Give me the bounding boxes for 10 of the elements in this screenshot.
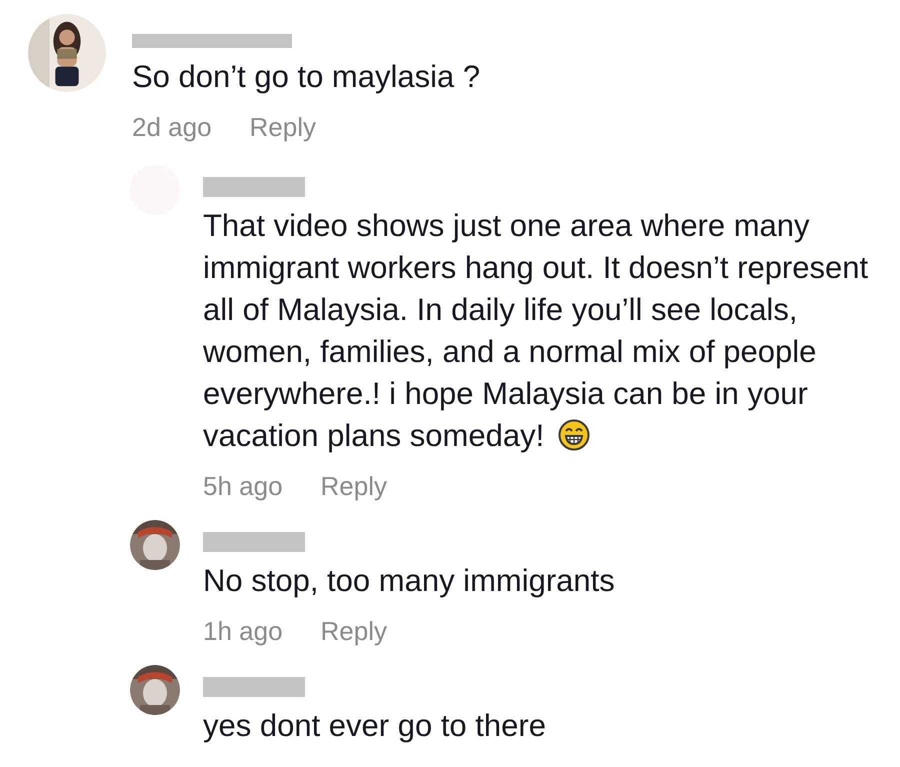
comment-text: That video shows just one area where many immigrant workers hang out. It doesn’t represent all of Malaysia. In daily life you’ll see locals, women, families, and a normal mix of people everywhere.! i hope Malaysia can be in your vacation plans someday! xyxy=(203,207,870,455)
reply-link[interactable]: Reply xyxy=(320,615,388,647)
comment-text: No stop, too many immigrants xyxy=(203,562,616,600)
reply-link[interactable]: Reply xyxy=(320,470,388,502)
comment-text: So don’t go to maylasia ? xyxy=(132,58,480,96)
timestamp: 1h ago xyxy=(203,615,283,647)
reply-link[interactable]: Reply xyxy=(250,111,316,143)
timestamp: 2d ago xyxy=(132,111,212,143)
timestamp: 5h ago xyxy=(203,470,283,502)
comment-text: yes dont ever go to there xyxy=(203,707,547,745)
